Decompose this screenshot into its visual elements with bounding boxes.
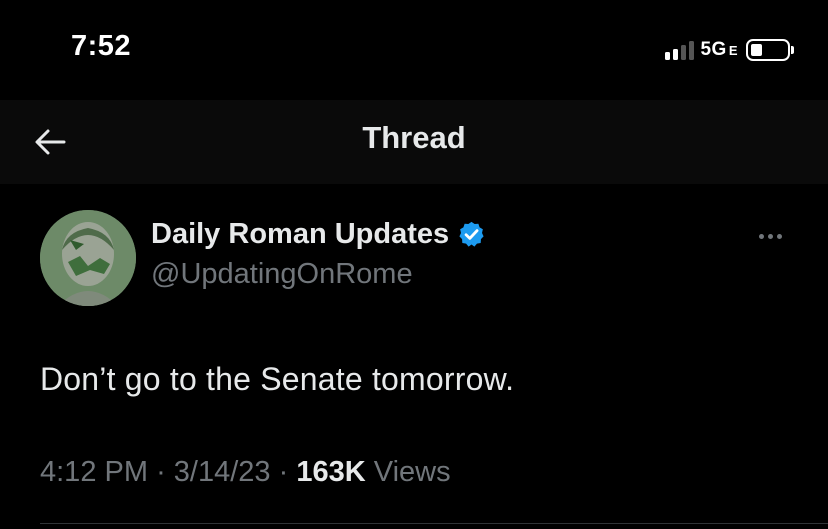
views-count: 163K (296, 456, 366, 488)
cellular-signal-icon (665, 40, 695, 60)
views-label: Views (373, 456, 451, 488)
tweet-time[interactable]: 4:12 PM (40, 456, 148, 488)
author-handle[interactable]: @UpdatingOnRome (151, 258, 413, 291)
status-indicators: 5G E (665, 37, 794, 63)
author-row: Daily Roman Updates (151, 218, 486, 251)
page-title: Thread (362, 120, 466, 155)
status-bar: 7:52 5G E (0, 0, 828, 100)
tweet-text: Don’t go to the Senate tomorrow. (40, 361, 515, 397)
verified-badge-icon (459, 221, 484, 247)
network-type: 5G E (700, 39, 738, 61)
more-dot-icon (767, 233, 773, 239)
tweet-metadata: 4:12 PM · 3/14/23 · 163K Views (40, 456, 451, 489)
nav-header: Thread (0, 100, 828, 184)
more-options-button[interactable] (750, 224, 790, 248)
author-display-name[interactable]: Daily Roman Updates (151, 218, 449, 251)
battery-level (751, 44, 762, 56)
avatar[interactable] (40, 210, 136, 306)
network-type-label: 5G (700, 39, 727, 60)
meta-separator: · (156, 456, 166, 488)
status-time: 7:52 (71, 30, 132, 62)
tweet: Daily Roman Updates @UpdatingOnRome Don’… (0, 184, 828, 529)
more-dot-icon (776, 233, 782, 239)
more-dot-icon (758, 233, 764, 239)
tweet-date[interactable]: 3/14/23 (174, 456, 271, 488)
battery-nub (791, 46, 794, 54)
battery-icon (746, 39, 790, 61)
avatar-image-icon (40, 210, 136, 306)
meta-separator: · (278, 456, 289, 488)
divider (40, 523, 828, 524)
network-type-suffix: E (728, 43, 738, 58)
